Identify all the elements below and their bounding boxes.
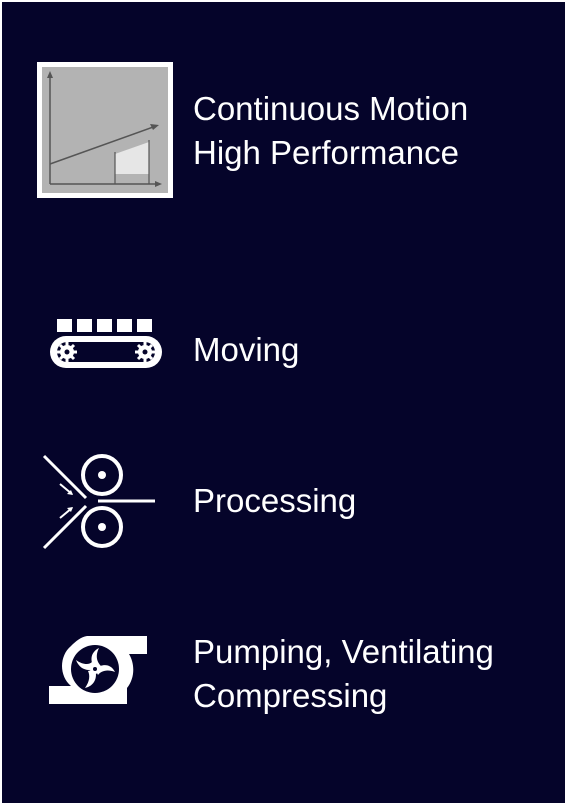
rollers-processing-icon <box>40 450 160 560</box>
item-label-continuous-motion: Continuous Motion High Performance <box>193 90 469 171</box>
item-label-moving: Moving <box>193 331 300 368</box>
pump-fan-icon <box>45 630 155 710</box>
item-label-processing: Processing <box>193 482 357 519</box>
speed-profile-chart-icon <box>37 62 173 198</box>
application-panel: Continuous Motion High Performance Movin… <box>2 2 565 803</box>
conveyor-belt-icon <box>47 317 167 373</box>
item-label-pumping: Pumping, Ventilating Compressing <box>193 633 494 714</box>
